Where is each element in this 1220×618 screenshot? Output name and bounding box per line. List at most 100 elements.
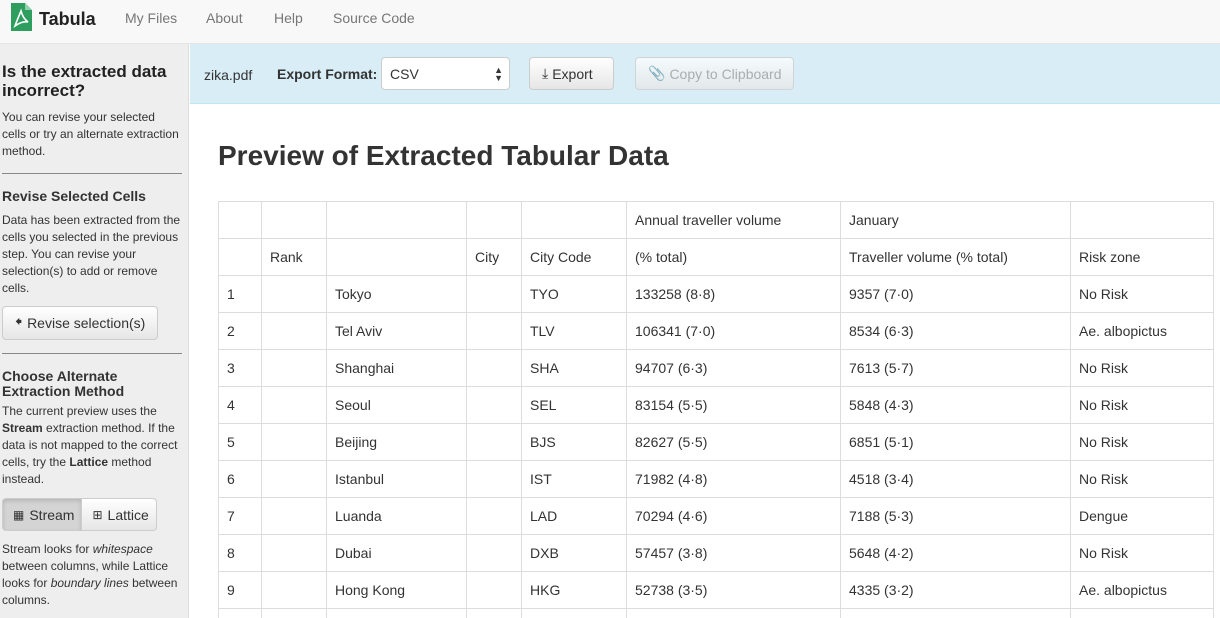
table-cell: No Risk (1070, 423, 1214, 461)
paperclip-icon: 📎 (648, 65, 666, 81)
table-cell (466, 460, 522, 498)
table-cell (261, 497, 327, 535)
table-cell (218, 238, 262, 276)
table-cell: Annual traveller volume (626, 201, 841, 239)
table-cell (326, 608, 467, 618)
table-cell (466, 349, 522, 387)
nav-help[interactable]: Help (274, 10, 303, 26)
table-row (218, 608, 1214, 618)
table-row: 2 Tel Aviv TLV 106341 (7·0) 8534 (6·3) Ae. al… (218, 312, 1214, 350)
table-row: 9 Hong Kong HKG 52738 (3·5) 4335 (3·2) Ae. al… (218, 571, 1214, 609)
table-cell (218, 608, 262, 618)
table-header-row: Rank City City Code (% total) Traveller volu… (218, 238, 1214, 276)
table-cell: City (466, 238, 522, 276)
table-cell: SHA (521, 349, 627, 387)
table-cell: Luanda (326, 497, 467, 535)
sidebar-intro: You can revise your selected cells or tr… (2, 110, 179, 158)
table-cell: Beijing (326, 423, 467, 461)
table-cell (466, 534, 522, 572)
table-cell (261, 386, 327, 424)
table-cell (466, 201, 522, 239)
table-cell: Traveller volume (% total) (840, 238, 1071, 276)
export-button[interactable]: ⤓ Export (529, 57, 614, 90)
table-cell: 4518 (3·4) (840, 460, 1071, 498)
table-cell (326, 238, 467, 276)
filename: zika.pdf (204, 67, 253, 83)
download-icon: ⤓ (542, 65, 549, 81)
export-toolbar: zika.pdf Export Format: CSV ▲ ▼ ⤓ Export … (190, 44, 1220, 104)
table-cell: No Risk (1070, 534, 1214, 572)
table-cell: 7188 (5·3) (840, 497, 1071, 535)
export-format-select[interactable]: CSV ▲ ▼ (381, 57, 510, 90)
stream-button[interactable]: ▦ Stream (2, 498, 83, 531)
table-cell: BJS (521, 423, 627, 461)
table-cell: 71982 (4·8) (626, 460, 841, 498)
nav-about[interactable]: About (206, 10, 243, 26)
table-cell (261, 423, 327, 461)
table-cell: No Risk (1070, 386, 1214, 424)
method-footer: Stream looks for whitespace between colu… (2, 542, 178, 607)
table-row: 3 Shanghai SHA 94707 (6·3) 7613 (5·7) No Risk (218, 349, 1214, 387)
table-cell: 3 (218, 349, 262, 387)
extraction-method-toggle: ▦ Stream ⊞ Lattice (2, 498, 182, 531)
revise-text: Data has been extracted from the cells y… (2, 213, 181, 295)
table-cell (521, 608, 627, 618)
table-cell: 133258 (8·8) (626, 275, 841, 313)
divider (2, 353, 182, 354)
method-heading: Choose Alternate Extraction Method (2, 368, 125, 399)
table-row: 6 Istanbul IST 71982 (4·8) 4518 (3·4) No Risk (218, 460, 1214, 498)
revise-selection-button[interactable]: 🠸 Revise selection(s) (2, 306, 159, 340)
nav-my-files[interactable]: My Files (125, 10, 177, 26)
table-grid-icon: ⊞ (92, 507, 103, 522)
table-cell: Ae. albopictus (1070, 571, 1214, 609)
table-cell (840, 608, 1071, 618)
table-cell (261, 571, 327, 609)
table-cell: 70294 (4·6) (626, 497, 841, 535)
table-row: 4 Seoul SEL 83154 (5·5) 5848 (4·3) No Risk (218, 386, 1214, 424)
method-text: The current preview uses the Stream extr… (2, 404, 178, 486)
table-cell: City Code (521, 238, 627, 276)
top-navbar: Tabula My Files About Help Source Code (0, 0, 1220, 44)
table-cell: IST (521, 460, 627, 498)
table-cell (1070, 608, 1214, 618)
table-cell (326, 201, 467, 239)
table-cell (218, 201, 262, 239)
table-cell: No Risk (1070, 275, 1214, 313)
nav-source-code[interactable]: Source Code (333, 10, 415, 26)
brand[interactable]: Tabula (8, 2, 96, 37)
table-cell: 52738 (3·5) (626, 571, 841, 609)
table-cell (466, 275, 522, 313)
table-cell: January (840, 201, 1071, 239)
table-cell (466, 312, 522, 350)
brand-name: Tabula (39, 8, 96, 29)
table-cell: Dengue (1070, 497, 1214, 535)
revise-heading: Revise Selected Cells (2, 188, 146, 204)
table-cell: 5848 (4·3) (840, 386, 1071, 424)
table-cell: (% total) (626, 238, 841, 276)
lattice-button[interactable]: ⊞ Lattice (82, 498, 157, 531)
table-cell: Dubai (326, 534, 467, 572)
table-row: 5 Beijing BJS 82627 (5·5) 6851 (5·1) No Risk (218, 423, 1214, 461)
table-cell: No Risk (1070, 460, 1214, 498)
table-cell (466, 608, 522, 618)
table-cell (261, 275, 327, 313)
table-cell (521, 201, 627, 239)
table-cell (466, 497, 522, 535)
table-cell (626, 608, 841, 618)
table-cell (261, 312, 327, 350)
table-cell: 82627 (5·5) (626, 423, 841, 461)
table-cell: 94707 (6·3) (626, 349, 841, 387)
tabula-logo-icon (8, 2, 34, 37)
table-cell: 6851 (5·1) (840, 423, 1071, 461)
table-cell: 8 (218, 534, 262, 572)
table-cell: 1 (218, 275, 262, 313)
table-cell: 5 (218, 423, 262, 461)
table-row: 1 Tokyo TYO 133258 (8·8) 9357 (7·0) No Risk (218, 275, 1214, 313)
table-cell: 57457 (3·8) (626, 534, 841, 572)
copy-to-clipboard-button[interactable]: 📎 Copy to Clipboard (635, 57, 794, 90)
table-cell: Risk zone (1070, 238, 1214, 276)
table-cell: Ae. albopictus (1070, 312, 1214, 350)
table-cell: 9 (218, 571, 262, 609)
table-cell: 5648 (4·2) (840, 534, 1071, 572)
table-cell: Istanbul (326, 460, 467, 498)
